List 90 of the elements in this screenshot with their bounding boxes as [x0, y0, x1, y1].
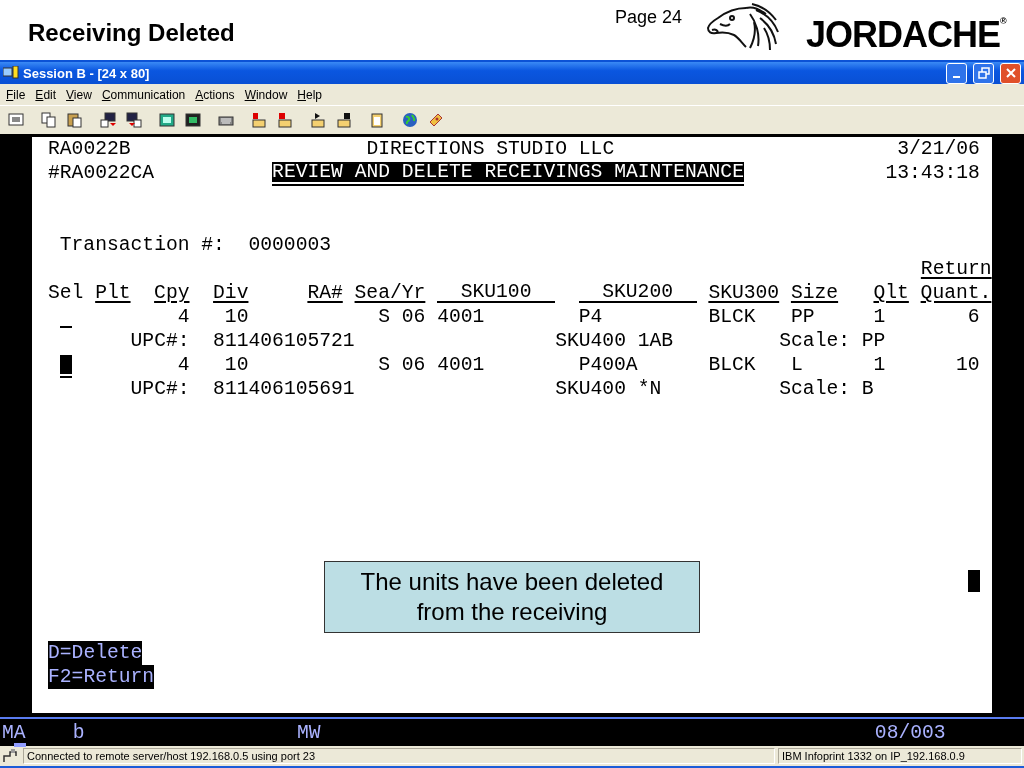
- column-header: SKU100: [437, 283, 556, 303]
- function-key-hint: F2=Return: [48, 665, 155, 689]
- table-cell: P4: [578, 307, 603, 327]
- status-field: MW: [296, 722, 321, 743]
- screen-icon: [8, 112, 24, 128]
- callout-text: The units have been deleted from the receiving: [359, 567, 665, 627]
- table-cell: 1: [873, 355, 886, 375]
- table-cell: 1: [873, 307, 886, 327]
- paste-icon: [67, 112, 83, 128]
- connection-icon: [2, 748, 20, 764]
- table-cell: L: [790, 355, 803, 375]
- transaction-number: 0000003: [248, 235, 332, 255]
- table-cell: BLCK: [708, 307, 756, 327]
- table-cell: 6: [967, 307, 980, 327]
- column-header: Cpy: [154, 283, 190, 303]
- column-header: Return: [920, 259, 992, 279]
- restore-icon: [977, 67, 990, 79]
- play-macro-icon: [310, 112, 326, 128]
- column-header: SKU200: [578, 283, 697, 303]
- column-header: SKU300: [708, 283, 780, 303]
- table-cell: P400A: [578, 355, 638, 375]
- clipboard-icon: [369, 112, 385, 128]
- table-cell: PP: [790, 307, 815, 327]
- display-icon: [159, 112, 175, 128]
- menu-item[interactable]: Help: [292, 87, 327, 102]
- globe-icon: [402, 112, 418, 128]
- app-icon: [3, 66, 19, 80]
- copy-icon: [41, 112, 57, 128]
- menu-item[interactable]: File: [1, 87, 31, 102]
- status-indicator: MA: [2, 721, 26, 744]
- minimize-icon: [953, 76, 960, 78]
- receive-screen-icon: [126, 112, 142, 128]
- page-number: Page 24: [615, 7, 683, 28]
- table-cell: BLCK: [708, 355, 756, 375]
- table-cell: 4: [177, 307, 190, 327]
- column-header: Div: [213, 283, 249, 303]
- record-macro-icon: [251, 112, 267, 128]
- table-cell: 4001: [437, 355, 485, 375]
- slide-title: Receiving Deleted: [28, 19, 236, 47]
- table-cell: 4: [177, 355, 190, 375]
- stop-macro-icon: [277, 112, 293, 128]
- registered-mark: ®: [1000, 16, 1007, 26]
- format-name: #RA0022CA: [48, 163, 155, 183]
- company-name: DIRECTIONS STUDIO LLC: [366, 139, 615, 159]
- status-field: b: [72, 722, 85, 743]
- screen-title: REVIEW AND DELETE RECEIVINGS MAINTENANCE: [272, 162, 744, 184]
- sku400-text: SKU400 1AB: [555, 331, 674, 351]
- column-header: Size: [790, 283, 839, 303]
- column-header: Sel: [48, 283, 84, 303]
- column-header: Plt: [95, 283, 131, 303]
- table-cell: 10: [224, 355, 249, 375]
- printer-status: IBM Infoprint 1332 on IP_192.168.0.9: [778, 748, 1022, 764]
- table-cell: 4001: [437, 307, 485, 327]
- sku400-text: SKU400 *N: [555, 379, 662, 399]
- table-cell: S 06: [378, 307, 426, 327]
- close-icon: [1005, 68, 1016, 78]
- scale-value: PP: [861, 331, 886, 351]
- column-header: Qlt: [873, 283, 909, 303]
- column-header: Quant.: [920, 283, 992, 303]
- scale-label: Scale:: [779, 331, 851, 351]
- status-message: Connected to remote server/host 192.168.0.5 using port 23: [23, 748, 775, 764]
- scale-label: Scale:: [779, 379, 851, 399]
- transaction-label: Transaction #:: [59, 235, 225, 255]
- upc-number: 811406105721: [213, 331, 355, 351]
- time-text: 13:43:18: [885, 163, 980, 183]
- brand-name: JORDACHE: [806, 14, 1001, 56]
- window-title: Session B - [24 x 80]: [23, 65, 151, 81]
- date-text: 3/21/06: [897, 139, 980, 159]
- display-icon: [185, 112, 201, 128]
- program-name: RA0022B: [48, 139, 131, 159]
- column-header: RA#: [307, 283, 343, 303]
- table-cell: 10: [956, 355, 980, 375]
- column-header: Sea/Yr: [354, 283, 426, 303]
- menu-item[interactable]: Communication: [96, 87, 191, 102]
- menu-item[interactable]: View: [61, 87, 97, 102]
- menu-item[interactable]: Window: [239, 87, 293, 102]
- upc-label: UPC#:: [130, 379, 190, 399]
- table-cell: S 06: [378, 355, 426, 375]
- menu-item[interactable]: Edit: [30, 87, 62, 102]
- send-screen-icon: [100, 112, 116, 128]
- menu-item[interactable]: Actions: [190, 87, 240, 102]
- function-key-hint: D=Delete: [48, 641, 143, 665]
- table-cell: 10: [224, 307, 249, 327]
- upc-number: 811406105691: [213, 379, 355, 399]
- close-button[interactable]: [1000, 62, 1021, 84]
- cursor-position: 08/003: [874, 722, 946, 743]
- scale-value: B: [861, 379, 874, 399]
- restore-button[interactable]: [973, 62, 994, 84]
- minimize-button[interactable]: [946, 62, 967, 84]
- upc-label: UPC#:: [130, 331, 190, 351]
